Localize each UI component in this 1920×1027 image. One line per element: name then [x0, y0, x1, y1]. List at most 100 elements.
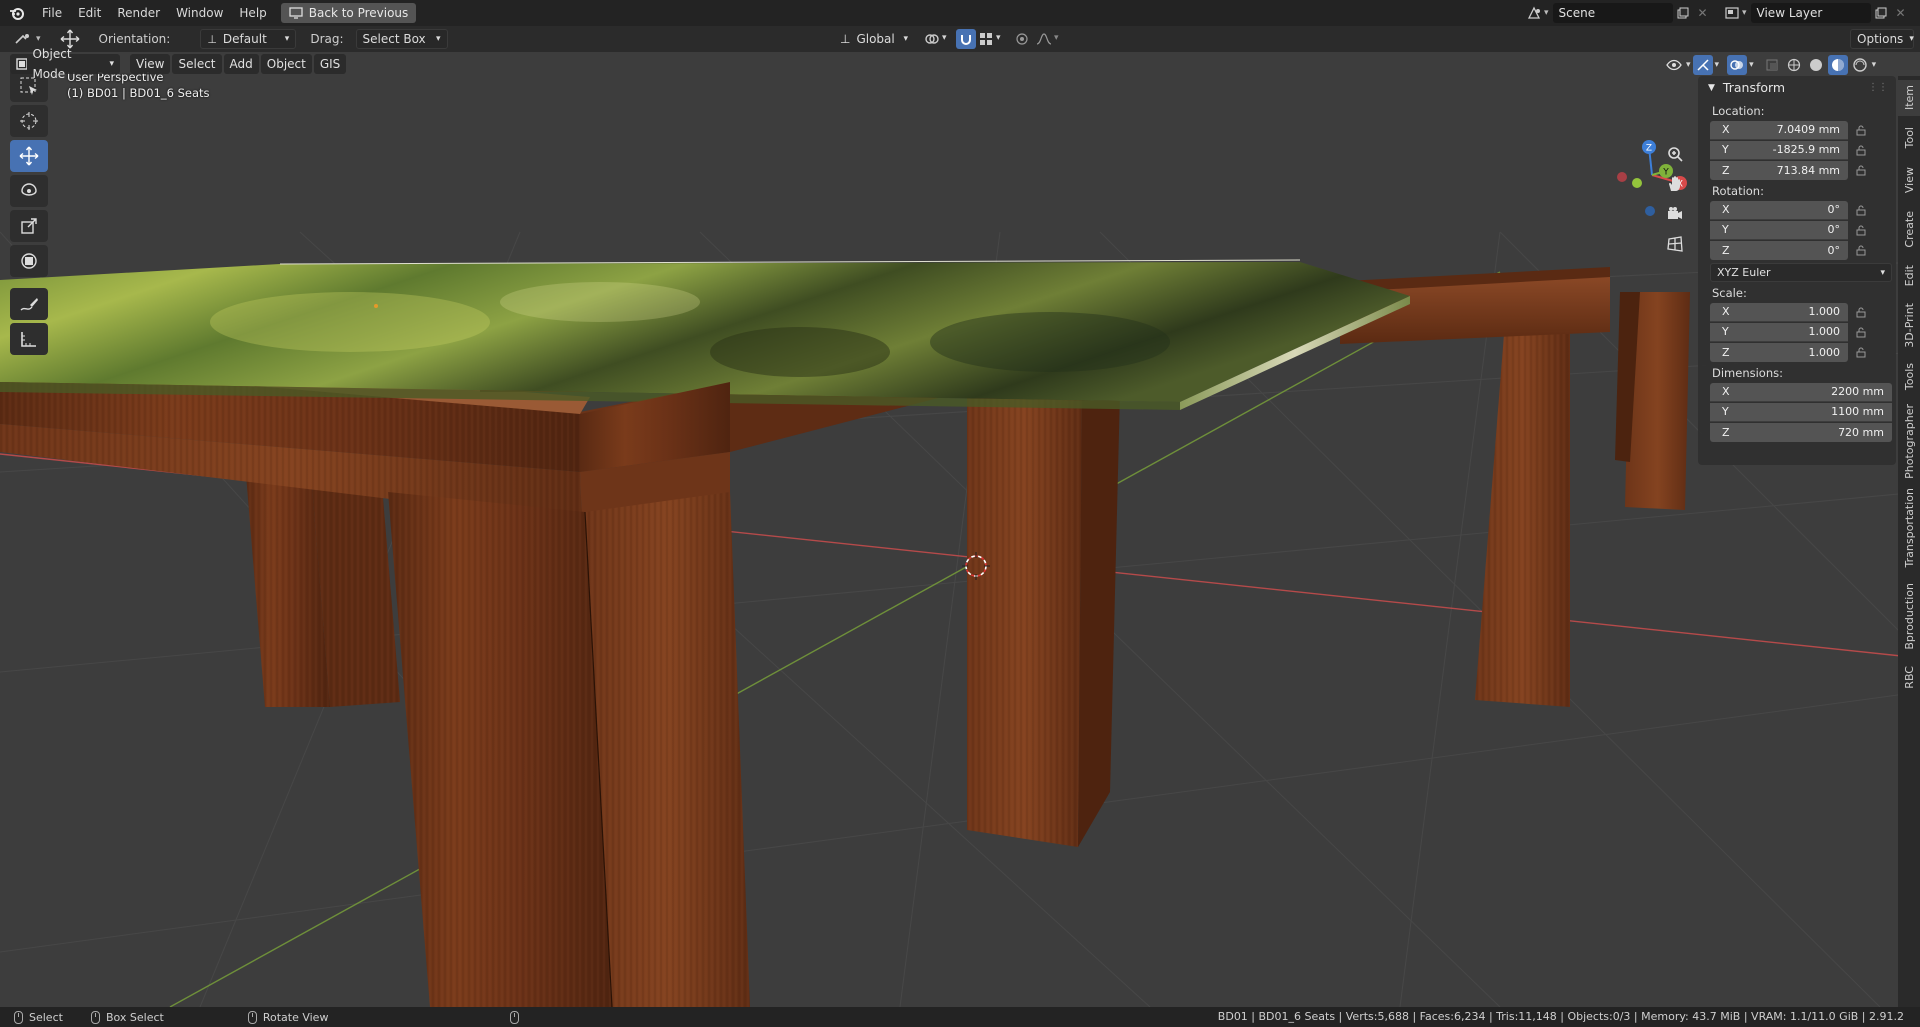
tab-bproduction[interactable]: Bproduction	[1898, 576, 1920, 656]
transform-orientation-dropdown[interactable]: ⊥ Global ▾	[834, 29, 914, 49]
rendered-shading-icon[interactable]	[1850, 55, 1870, 75]
tool-settings-bar: ▾ Orientation: ⊥ Default ▾ Drag: Select …	[0, 26, 1920, 52]
delete-view-layer-icon[interactable]: ✕	[1891, 3, 1911, 23]
location-label: Location:	[1712, 104, 1765, 118]
pivot-point-icon[interactable]	[922, 29, 942, 49]
lock-icon[interactable]	[1848, 303, 1874, 322]
lock-icon[interactable]	[1848, 201, 1874, 220]
back-to-previous-button[interactable]: Back to Previous	[280, 3, 417, 23]
new-scene-icon[interactable]	[1673, 3, 1693, 23]
rotate-tool-icon[interactable]	[10, 175, 48, 207]
solid-shading-icon[interactable]	[1806, 55, 1826, 75]
scale-y-field[interactable]: Y 1.000	[1710, 322, 1848, 342]
visibility-eye-icon[interactable]	[1664, 55, 1684, 75]
tab-photographer[interactable]: Photographer	[1898, 402, 1920, 480]
tab-tool[interactable]: Tool	[1898, 120, 1920, 156]
tab-view[interactable]: View	[1898, 160, 1920, 200]
scale-label: Scale:	[1712, 286, 1747, 300]
scale-tool-icon[interactable]	[10, 210, 48, 242]
dimensions-z-field[interactable]: Z 720 mm	[1710, 422, 1892, 442]
measure-tool-icon[interactable]	[10, 323, 48, 355]
options-dropdown[interactable]: Options ▾	[1850, 29, 1914, 49]
scene-name-field[interactable]: Scene	[1552, 3, 1673, 23]
material-shading-icon[interactable]	[1827, 55, 1848, 75]
scale-x-field[interactable]: X 1.000	[1710, 302, 1848, 322]
dimensions-x-field[interactable]: X 2200 mm	[1710, 382, 1892, 402]
location-z-value: 713.84 mm	[1776, 163, 1840, 177]
dimensions-z-axis: Z	[1722, 425, 1730, 439]
xray-toggle-icon[interactable]	[1762, 55, 1782, 75]
orientation-dropdown[interactable]: ⊥ Default ▾	[200, 29, 297, 49]
new-view-layer-icon[interactable]	[1871, 3, 1891, 23]
3d-viewport[interactable]: User Perspective (1) BD01 | BD01_6 Seats…	[0, 52, 1920, 1007]
tab-tools[interactable]: Tools	[1898, 356, 1920, 398]
annotate-tool-icon[interactable]	[10, 288, 48, 320]
tab-rbc-label: RBC	[1902, 665, 1916, 689]
lock-icon[interactable]	[1848, 343, 1874, 362]
menu-object[interactable]: Object	[260, 54, 312, 74]
object-mode-dropdown[interactable]: Object Mode ▾	[10, 47, 120, 81]
lock-icon[interactable]	[1848, 323, 1874, 342]
menu-window[interactable]: Window	[168, 2, 231, 24]
tab-item[interactable]: Item	[1898, 80, 1920, 116]
lock-icon[interactable]	[1848, 161, 1874, 180]
tab-edit[interactable]: Edit	[1898, 258, 1920, 294]
orientation-value: Default	[222, 32, 267, 46]
lock-icon[interactable]	[1848, 121, 1874, 140]
rotation-x-field[interactable]: X 0°	[1710, 200, 1848, 220]
snap-increment-icon[interactable]	[976, 29, 996, 49]
tab-transportation[interactable]: Transportation	[1898, 484, 1920, 572]
tab-item-label: Item	[1902, 85, 1916, 111]
menu-view[interactable]: View	[130, 54, 171, 74]
pan-hand-icon[interactable]	[1660, 170, 1690, 198]
cursor-tool-icon[interactable]	[10, 105, 48, 137]
scene-selector[interactable]: ▾ Scene ✕	[1524, 3, 1713, 23]
lock-icon[interactable]	[1848, 241, 1874, 260]
menu-gis[interactable]: GIS	[313, 54, 347, 74]
move-tool-button-icon[interactable]	[10, 140, 48, 172]
scene-icon	[1524, 3, 1544, 23]
transform-panel: ▼ Transform ⋮⋮ Location: X 7.0409 mm Y -18…	[1698, 76, 1896, 465]
rotation-y-field[interactable]: Y 0°	[1710, 220, 1848, 240]
drag-dropdown[interactable]: Select Box ▾	[355, 29, 448, 49]
menu-render[interactable]: Render	[109, 2, 168, 24]
blender-logo-icon[interactable]	[0, 0, 34, 26]
rotation-mode-dropdown[interactable]: XYZ Euler ▾	[1710, 263, 1892, 282]
transform-tool-icon[interactable]	[10, 245, 48, 277]
snap-toggle-icon[interactable]	[956, 29, 976, 49]
menu-edit[interactable]: Edit	[70, 2, 109, 24]
menu-add[interactable]: Add	[223, 54, 259, 74]
wireframe-shading-icon[interactable]	[1784, 55, 1804, 75]
drag-label: Drag:	[310, 32, 344, 46]
viewport-active-object-label: (1) BD01 | BD01_6 Seats	[67, 86, 210, 100]
lock-icon[interactable]	[1848, 221, 1874, 240]
view-layer-selector[interactable]: ▾ View Layer ✕	[1722, 3, 1911, 23]
delete-scene-icon[interactable]: ✕	[1693, 3, 1713, 23]
rotation-z-field[interactable]: Z 0°	[1710, 240, 1848, 260]
menu-select[interactable]: Select	[172, 54, 222, 74]
transform-panel-header[interactable]: ▼ Transform ⋮⋮	[1698, 76, 1896, 100]
dimensions-y-axis: Y	[1722, 405, 1729, 418]
status-bar: Select Box Select Rotate View BD01 | BD0…	[0, 1007, 1920, 1027]
zoom-icon[interactable]	[1660, 140, 1690, 168]
menu-file[interactable]: File	[34, 2, 70, 24]
falloff-icon[interactable]	[1034, 29, 1054, 49]
view-layer-name-field[interactable]: View Layer	[1750, 3, 1871, 23]
tab-rbc[interactable]: RBC	[1898, 660, 1920, 694]
tab-create[interactable]: Create	[1898, 204, 1920, 254]
scale-z-field[interactable]: Z 1.000	[1710, 342, 1848, 362]
location-z-field[interactable]: Z 713.84 mm	[1710, 160, 1848, 180]
lock-icon[interactable]	[1848, 141, 1874, 160]
camera-view-icon[interactable]	[1660, 200, 1690, 228]
rotation-x-value: 0°	[1827, 203, 1841, 216]
perspective-toggle-icon[interactable]	[1660, 230, 1690, 258]
menu-help[interactable]: Help	[231, 2, 274, 24]
tab-3d-print[interactable]: 3D-Print	[1898, 298, 1920, 352]
gizmo-toggle-icon[interactable]	[1692, 55, 1713, 75]
proportional-editing-icon[interactable]	[1012, 29, 1032, 49]
location-x-field[interactable]: X 7.0409 mm	[1710, 120, 1848, 140]
location-y-field[interactable]: Y -1825.9 mm	[1710, 140, 1848, 160]
dimensions-y-field[interactable]: Y 1100 mm	[1710, 402, 1892, 422]
drag-handle-icon[interactable]: ⋮⋮	[1868, 76, 1888, 100]
overlays-toggle-icon[interactable]	[1727, 55, 1748, 75]
